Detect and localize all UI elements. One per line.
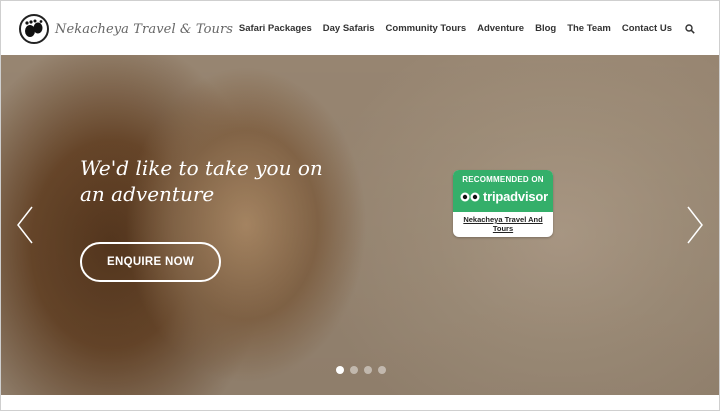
- tripadvisor-wordmark: tripadvisor: [483, 189, 548, 204]
- nav-blog[interactable]: Blog: [535, 23, 556, 34]
- search-icon[interactable]: [685, 23, 695, 34]
- enquire-now-button[interactable]: ENQUIRE NOW: [80, 242, 221, 282]
- chevron-right-icon[interactable]: [685, 205, 705, 245]
- slide-dot-2[interactable]: [350, 366, 358, 374]
- hero-background-image: [1, 55, 719, 395]
- hero-headline: We'd like to take you on an adventure: [80, 156, 323, 206]
- site-header: Nekacheya Travel & Tours Safari Packages…: [1, 1, 719, 55]
- slide-dot-1[interactable]: [336, 366, 344, 374]
- nav-day-safaris[interactable]: Day Safaris: [323, 23, 375, 34]
- site-logo[interactable]: Nekacheya Travel & Tours: [19, 14, 233, 44]
- owl-eyes-icon: [460, 192, 480, 201]
- nav-the-team[interactable]: The Team: [567, 23, 611, 34]
- site-title: Nekacheya Travel & Tours: [55, 21, 234, 37]
- main-nav: Safari Packages Day Safaris Community To…: [228, 23, 695, 34]
- nav-community-tours[interactable]: Community Tours: [386, 23, 467, 34]
- business-name-link[interactable]: Nekacheya Travel And Tours: [453, 215, 553, 233]
- tripadvisor-badge[interactable]: RECOMMENDED ON tripadvisor Nekacheya Tra…: [453, 170, 553, 237]
- slide-dot-4[interactable]: [378, 366, 386, 374]
- paw-logo-icon: [19, 14, 49, 44]
- nav-contact-us[interactable]: Contact Us: [622, 23, 672, 34]
- recommended-label: RECOMMENDED ON: [462, 175, 544, 184]
- nav-adventure[interactable]: Adventure: [477, 23, 524, 34]
- tripadvisor-logo: tripadvisor: [460, 189, 548, 204]
- slide-dot-3[interactable]: [364, 366, 372, 374]
- slide-indicators: [336, 366, 392, 374]
- chevron-left-icon[interactable]: [15, 205, 35, 245]
- nav-safari-packages[interactable]: Safari Packages: [239, 23, 312, 34]
- page-frame: Nekacheya Travel & Tours Safari Packages…: [0, 0, 720, 411]
- hero-slider: We'd like to take you on an adventure EN…: [1, 55, 719, 395]
- tripadvisor-header: RECOMMENDED ON tripadvisor: [453, 170, 553, 212]
